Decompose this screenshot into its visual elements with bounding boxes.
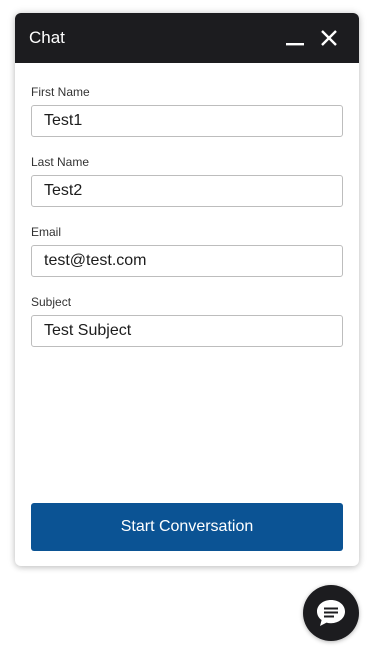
- minimize-button[interactable]: [285, 28, 305, 48]
- chat-window: Chat First Name Last Name Ema: [15, 13, 359, 566]
- chat-bubble-icon: [317, 600, 345, 626]
- last-name-field-group: Last Name: [31, 155, 343, 207]
- chat-title: Chat: [29, 28, 65, 47]
- start-conversation-button[interactable]: Start Conversation: [31, 503, 343, 551]
- first-name-input[interactable]: [31, 105, 343, 137]
- subject-input[interactable]: [31, 315, 343, 347]
- last-name-label: Last Name: [31, 155, 90, 169]
- email-label: Email: [31, 225, 62, 239]
- close-button[interactable]: [319, 28, 339, 48]
- chat-header: Chat: [15, 13, 359, 63]
- close-icon: [321, 30, 337, 46]
- minimize-icon: [286, 43, 304, 46]
- chat-launcher-button[interactable]: [303, 585, 359, 641]
- last-name-input[interactable]: [31, 175, 343, 207]
- first-name-field-group: First Name: [31, 85, 343, 137]
- pre-chat-form: First Name Last Name Email Subject: [15, 63, 359, 347]
- subject-field-group: Subject: [31, 295, 343, 347]
- email-field-group: Email: [31, 225, 343, 277]
- first-name-label: First Name: [31, 85, 90, 99]
- header-actions: [285, 28, 339, 48]
- email-input[interactable]: [31, 245, 343, 277]
- subject-label: Subject: [31, 295, 72, 309]
